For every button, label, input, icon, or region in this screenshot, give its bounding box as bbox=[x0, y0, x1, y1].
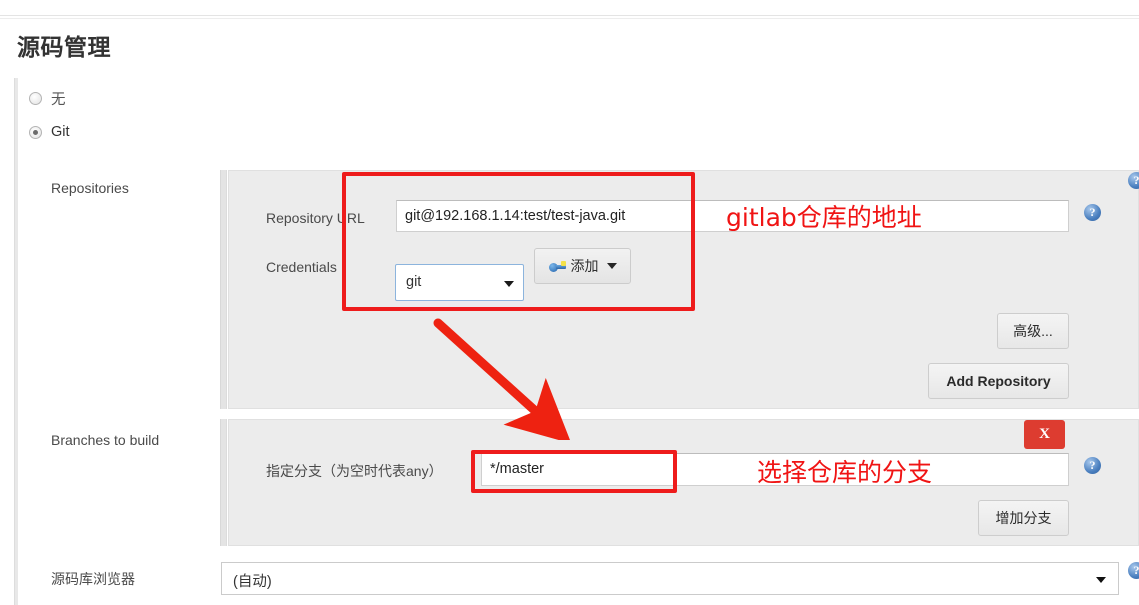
repository-browser-selected-value: (自动) bbox=[233, 574, 272, 590]
left-rail-divider bbox=[14, 78, 18, 605]
radio-label-none: 无 bbox=[51, 92, 66, 108]
credentials-select[interactable]: git bbox=[395, 264, 524, 301]
repositories-panel-rail bbox=[220, 170, 227, 409]
radio-label-git: Git bbox=[51, 124, 70, 140]
credentials-selected-value: git bbox=[406, 274, 422, 290]
radio-option-none[interactable]: 无 bbox=[29, 88, 66, 109]
help-icon-repository-url[interactable]: ? bbox=[1084, 204, 1101, 221]
key-icon bbox=[548, 260, 566, 273]
add-credentials-label: 添加 bbox=[570, 258, 599, 274]
annotation-text-repository: gitlab仓库的地址 bbox=[726, 203, 922, 232]
section-label-branches: Branches to build bbox=[51, 432, 160, 448]
help-icon-branches[interactable]: ? bbox=[1084, 457, 1101, 474]
help-icon-repository-browser[interactable]: ? bbox=[1128, 562, 1139, 579]
page-title: 源码管理 bbox=[17, 34, 111, 60]
top-divider-secondary bbox=[0, 18, 1139, 19]
label-credentials: Credentials bbox=[266, 259, 337, 275]
add-branch-button[interactable]: 增加分支 bbox=[978, 500, 1069, 536]
label-branch-specifier: 指定分支（为空时代表any） bbox=[266, 463, 443, 479]
top-divider bbox=[0, 15, 1139, 16]
label-repository-url: Repository URL bbox=[266, 210, 365, 226]
add-credentials-button[interactable]: 添加 bbox=[534, 248, 631, 284]
delete-repository-button[interactable]: X bbox=[1024, 420, 1065, 449]
chevron-down-icon bbox=[504, 280, 514, 287]
repository-browser-select[interactable]: (自动) bbox=[221, 562, 1119, 595]
radio-indicator-none[interactable] bbox=[29, 92, 42, 105]
chevron-down-icon bbox=[606, 263, 617, 269]
advanced-button[interactable]: 高级... bbox=[997, 313, 1069, 349]
help-icon-repositories-section[interactable]: ? bbox=[1128, 172, 1139, 189]
radio-option-git[interactable]: Git bbox=[29, 124, 70, 140]
chevron-down-icon bbox=[1096, 576, 1106, 583]
section-label-repository-browser: 源码库浏览器 bbox=[51, 571, 135, 587]
branches-panel-rail bbox=[220, 419, 227, 546]
add-repository-button[interactable]: Add Repository bbox=[928, 363, 1069, 399]
section-label-repositories: Repositories bbox=[51, 180, 129, 196]
annotation-text-branch: 选择仓库的分支 bbox=[757, 458, 933, 487]
radio-indicator-git[interactable] bbox=[29, 125, 42, 139]
scm-config-screen: 源码管理 无 Git Repositories Repository URL g… bbox=[0, 0, 1139, 605]
